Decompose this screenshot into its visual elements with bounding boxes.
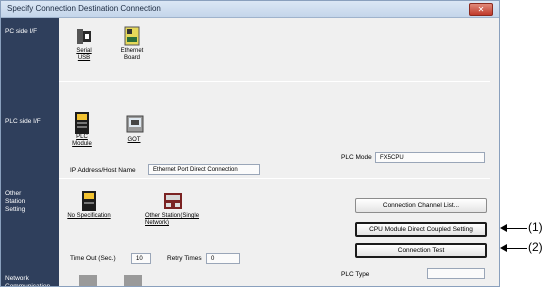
callout-label-1: (1) <box>528 220 543 234</box>
pc-side-item-label: Serial USB <box>76 48 92 61</box>
retry-label: Retry Times <box>167 255 202 262</box>
network-icon[interactable] <box>124 275 142 286</box>
plc-side-item-got[interactable]: GOT <box>114 115 154 144</box>
plc-side-panel: PLC Module GOT PLC Mode FX5CPU IP Addres… <box>59 82 490 179</box>
row-label-other-station: Other Station Setting <box>5 190 26 213</box>
ethernet-board-icon <box>124 26 140 46</box>
plc-side-item-label: PLC Module <box>72 134 92 147</box>
title-bar: Specify Connection Destination Connectio… <box>1 1 499 18</box>
callout-arrow-head <box>500 244 507 252</box>
row-label-plc-side: PLC side I/F <box>5 118 41 125</box>
left-label-column: PC side I/F PLC side I/F Other Station S… <box>1 18 59 287</box>
pc-side-item-label: Ethernet Board <box>120 48 144 61</box>
no-specification-icon <box>81 191 97 211</box>
ip-address-field[interactable]: Ethernet Port Direct Connection <box>148 164 260 175</box>
connection-dialog: Specify Connection Destination Connectio… <box>0 0 500 287</box>
pc-side-panel: Serial USB Ethernet Board <box>59 18 490 82</box>
dialog-title: Specify Connection Destination Connectio… <box>7 4 161 13</box>
timeout-label: Time Out (Sec.) <box>70 255 116 262</box>
row-label-network: Network Communication <box>5 275 51 287</box>
other-station-item-no-specification[interactable]: No Specification <box>59 191 119 220</box>
network-icon[interactable] <box>79 275 97 286</box>
plc-side-item-label: GOT <box>127 137 141 143</box>
timeout-field[interactable]: 10 <box>131 253 151 264</box>
plc-mode-label: PLC Mode <box>341 154 372 161</box>
serial-usb-icon <box>76 26 92 46</box>
callout-arrow-line <box>505 228 527 229</box>
plc-module-icon <box>74 112 90 134</box>
other-station-panel: No Specification Other Station(Single Ne… <box>59 179 490 286</box>
pc-side-item-serial-usb[interactable]: Serial USB <box>64 26 104 62</box>
row-label-pc-side: PC side I/F <box>5 28 38 35</box>
plc-type-field <box>427 268 485 279</box>
close-button[interactable]: ✕ <box>469 3 493 16</box>
connection-test-button[interactable]: Connection Test <box>355 243 487 258</box>
plc-side-item-plc-module[interactable]: PLC Module <box>62 112 102 148</box>
callout-arrow-line <box>505 248 527 249</box>
other-station-item-label: No Specification <box>67 213 111 219</box>
other-station-item-single-network[interactable]: Other Station(Single Network) <box>145 191 215 227</box>
cpu-direct-coupled-button[interactable]: CPU Module Direct Coupled Setting <box>355 222 487 237</box>
callout-arrow-head <box>500 224 507 232</box>
connection-channel-list-button[interactable]: Connection Channel List... <box>355 198 487 213</box>
retry-field[interactable]: 0 <box>206 253 240 264</box>
other-station-icon <box>163 191 182 211</box>
got-icon <box>126 115 144 135</box>
plc-mode-field: FX5CPU <box>375 152 485 163</box>
other-station-item-label: Other Station(Single Network) <box>145 213 200 226</box>
pc-side-item-ethernet-board[interactable]: Ethernet Board <box>112 26 152 62</box>
callout-label-2: (2) <box>528 240 543 254</box>
ip-address-label: IP Address/Host Name <box>70 167 136 174</box>
plc-type-label: PLC Type <box>341 271 370 278</box>
